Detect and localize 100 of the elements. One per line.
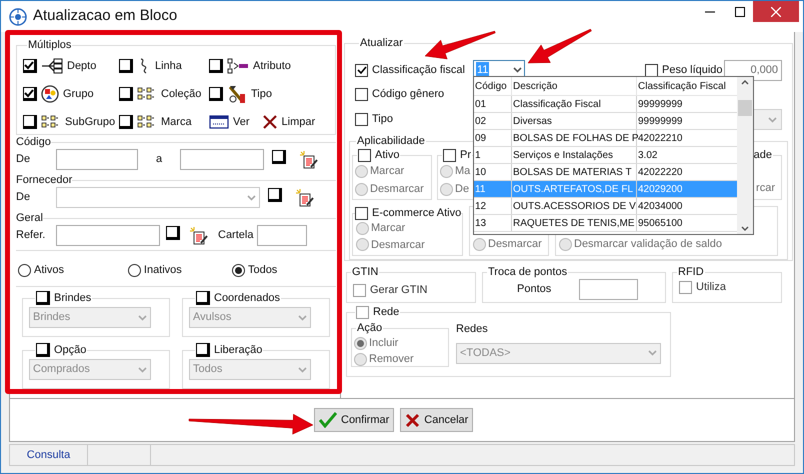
confirm-button[interactable]: Confirmar	[314, 408, 394, 432]
caret-icon	[768, 116, 777, 122]
table-cell-text: 95065100	[637, 216, 684, 230]
input-field[interactable]	[180, 149, 264, 170]
checkbox[interactable]	[355, 64, 368, 76]
group-title: Coordenados	[214, 291, 280, 305]
input-field[interactable]	[579, 279, 638, 300]
scroll-up-icon[interactable]	[741, 80, 749, 85]
close-icon	[262, 114, 278, 130]
input-field[interactable]	[257, 225, 308, 246]
radio-button[interactable]	[18, 264, 31, 277]
group-title: E-commerce Ativo	[372, 206, 462, 220]
checkbox[interactable]	[443, 148, 456, 162]
input-field[interactable]	[56, 149, 138, 170]
checkbox[interactable]	[119, 87, 133, 101]
radio-button[interactable]	[559, 238, 572, 250]
caret-icon	[298, 314, 307, 320]
checkbox[interactable]	[36, 343, 50, 357]
field-label: De	[16, 152, 32, 168]
checkbox[interactable]	[272, 150, 286, 164]
group-title: Ativo	[375, 148, 400, 162]
column-header[interactable]: Descrição	[512, 77, 637, 95]
group-title: Rede	[373, 305, 400, 319]
radio-label: De	[455, 182, 470, 197]
checkbox[interactable]	[645, 64, 658, 76]
radio-button[interactable]	[440, 164, 453, 178]
checkbox[interactable]	[196, 291, 210, 305]
cancel-button[interactable]: Cancelar	[400, 408, 474, 432]
caret-icon	[513, 67, 522, 73]
scrollbar[interactable]	[737, 77, 753, 234]
field-label: a	[156, 152, 164, 168]
checkbox[interactable]	[356, 306, 369, 318]
tools-icon	[227, 84, 247, 104]
radio-label: Remover	[369, 352, 414, 367]
dropdown-field[interactable]	[56, 187, 260, 208]
close-button[interactable]	[753, 1, 799, 22]
radio-button[interactable]	[128, 264, 141, 277]
radio-button[interactable]	[356, 222, 369, 235]
tree-icon	[41, 58, 63, 74]
checkmark-icon	[319, 412, 337, 428]
table-cell-text: 3.02	[637, 148, 658, 162]
checkbox[interactable]	[23, 115, 37, 129]
checkbox[interactable]	[209, 87, 223, 101]
checkbox[interactable]	[355, 113, 368, 126]
scrollbar-thumb[interactable]	[738, 100, 752, 116]
group-title: Pr	[460, 148, 471, 162]
checkbox[interactable]	[166, 226, 180, 240]
option-label: Tipo	[251, 86, 272, 102]
checkbox[interactable]	[209, 59, 223, 73]
radio-label: Marcar	[371, 221, 406, 236]
radio-button[interactable]	[440, 182, 453, 196]
list-row[interactable]: 09 BOLSAS DE FOLHAS DE P42022210	[474, 130, 737, 147]
checkbox[interactable]	[353, 284, 366, 297]
checkbox[interactable]	[119, 59, 133, 73]
grid-icon	[137, 87, 157, 101]
checkbox[interactable]	[268, 188, 282, 202]
checkbox[interactable]	[358, 148, 371, 162]
radio-button[interactable]	[356, 238, 369, 252]
checkbox[interactable]	[196, 343, 210, 357]
list-row[interactable]: 1 Serviços e Instalações 3.02	[474, 147, 737, 164]
radio-button[interactable]	[354, 336, 367, 350]
input-field[interactable]: 0,000	[724, 60, 782, 80]
option-label: Linha	[155, 58, 182, 74]
field-label: Refer.	[16, 228, 46, 244]
input-field[interactable]	[56, 225, 160, 246]
option-label: Gerar GTIN	[370, 283, 428, 298]
option-label: Grupo	[63, 86, 94, 102]
scroll-down-icon[interactable]	[741, 226, 749, 231]
radio-button[interactable]	[355, 182, 368, 196]
checkbox[interactable]	[679, 280, 692, 294]
field-label: Pontos	[517, 282, 552, 298]
toolbar-button[interactable]: Ver	[209, 114, 250, 130]
table-cell: Diversas	[512, 113, 637, 129]
option-label: Classificação fiscal	[372, 62, 466, 78]
radio-button[interactable]	[232, 264, 245, 277]
radio-button[interactable]	[355, 164, 368, 178]
checkbox[interactable]	[355, 88, 368, 101]
document-edit-icon	[300, 150, 318, 168]
checkbox[interactable]	[23, 87, 37, 101]
list-row[interactable]: 12 OUTS.ACESSORIOS DE V 42034000	[474, 198, 737, 215]
pointer-arrow	[424, 30, 496, 60]
caret-icon	[298, 366, 307, 372]
maximize-icon	[735, 7, 745, 17]
checkbox[interactable]	[355, 206, 368, 220]
radio-button[interactable]	[473, 238, 486, 250]
group-title: Fornecedor	[16, 174, 72, 186]
list-row[interactable]: 02 Diversas 99999999	[474, 113, 737, 130]
checkbox[interactable]	[119, 115, 133, 129]
list-row[interactable]: 01 Classificação Fiscal 99999999	[474, 96, 737, 113]
option-label: Atributo	[253, 58, 291, 74]
table-cell-text: 42022210	[638, 132, 684, 146]
radio-button[interactable]	[354, 352, 367, 366]
checkbox[interactable]	[36, 291, 50, 305]
column-header[interactable]: Código	[474, 77, 512, 95]
checkbox[interactable]	[23, 59, 37, 73]
minimize-icon	[705, 11, 715, 13]
table-cell: OUTS.ARTEFATOS,DE FL	[512, 181, 637, 197]
status-tab[interactable]: Consulta	[10, 445, 88, 465]
toolbar-button[interactable]: Limpar	[262, 114, 316, 130]
list-row[interactable]: 13 RAQUETES DE TENIS,ME 95065100	[474, 215, 737, 232]
